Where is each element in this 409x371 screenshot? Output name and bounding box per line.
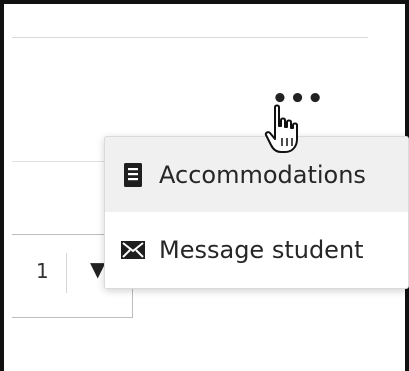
- pager-separator: [66, 253, 67, 293]
- menu-item-label: Accommodations: [159, 161, 366, 189]
- envelope-icon: [119, 236, 147, 264]
- menu-item-label: Message student: [159, 236, 364, 264]
- hand-pointer-cursor-icon: [264, 104, 298, 153]
- divider-line: [12, 37, 368, 38]
- ellipsis-icon: •••: [271, 84, 325, 114]
- more-options-menu: Accommodations Message student: [104, 136, 409, 289]
- menu-item-accommodations[interactable]: Accommodations: [105, 137, 408, 213]
- page-number: 1: [36, 259, 49, 283]
- document-list-icon: [119, 161, 147, 189]
- menu-item-message-student[interactable]: Message student: [105, 212, 408, 288]
- divider-line-secondary: [12, 161, 107, 162]
